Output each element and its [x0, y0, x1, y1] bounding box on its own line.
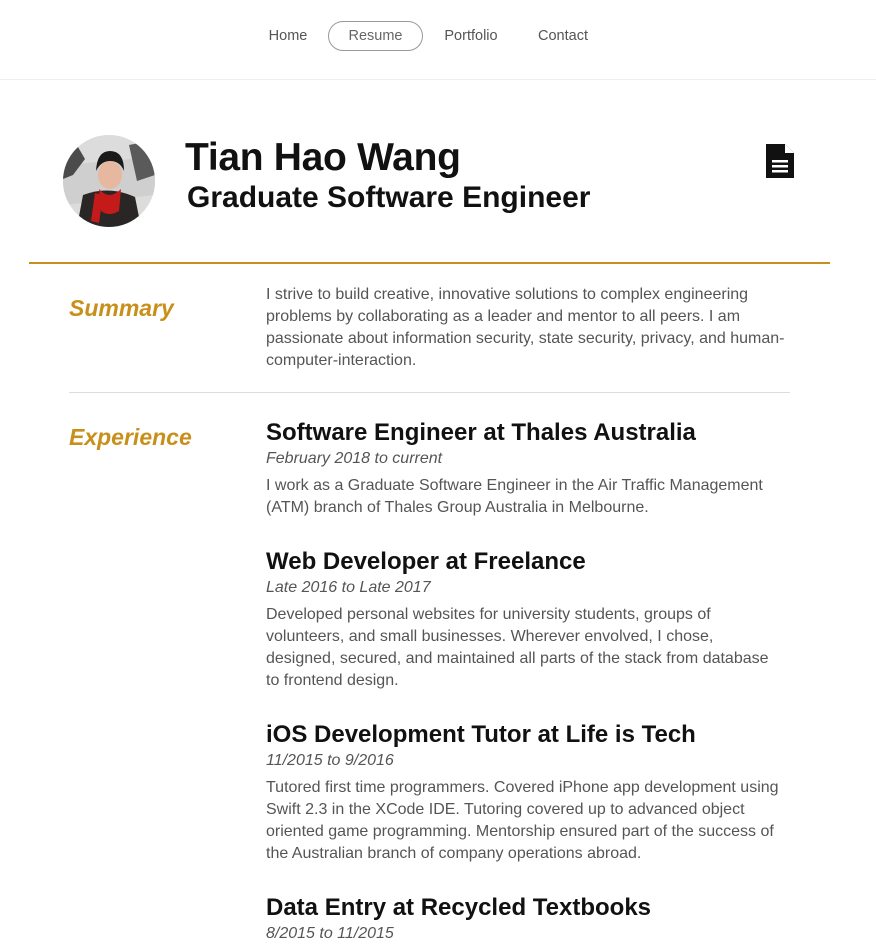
experience-item: Data Entry at Recycled Textbooks 8/2015 … [266, 893, 786, 945]
job-date: 8/2015 to 11/2015 [266, 925, 394, 942]
job-description: Developed personal websites for universi… [266, 606, 769, 689]
top-navigation: Home Resume Portfolio Contact [0, 0, 876, 80]
experience-item: iOS Development Tutor at Life is Tech 11… [266, 720, 786, 865]
experience-heading: Experience [69, 424, 192, 450]
nav-resume-link[interactable]: Resume [328, 21, 423, 51]
job-title: Software Engineer at Thales Australia [266, 419, 696, 446]
section-divider [69, 392, 790, 393]
job-description: Tutored first time programmers. Covered … [266, 779, 779, 862]
job-title: iOS Development Tutor at Life is Tech [266, 721, 696, 748]
job-description: I work as a Graduate Software Engineer i… [266, 477, 763, 516]
nav-contact-link[interactable]: Contact [528, 21, 598, 51]
summary-heading: Summary [69, 295, 174, 321]
job-date: 11/2015 to 9/2016 [266, 752, 394, 769]
profile-avatar [63, 135, 155, 227]
experience-item: Software Engineer at Thales Australia Fe… [266, 418, 786, 519]
document-icon[interactable] [765, 143, 795, 179]
job-date: Late 2016 to Late 2017 [266, 579, 431, 596]
header-divider [29, 262, 830, 264]
profile-role: Graduate Software Engineer [187, 181, 591, 214]
job-title: Web Developer at Freelance [266, 548, 586, 575]
experience-item: Web Developer at Freelance Late 2016 to … [266, 547, 786, 692]
nav-portfolio-link[interactable]: Portfolio [436, 21, 506, 51]
job-date: February 2018 to current [266, 450, 443, 467]
profile-photo [63, 135, 155, 227]
nav-home-link[interactable]: Home [258, 21, 318, 51]
summary-text: I strive to build creative, innovative s… [266, 286, 785, 369]
profile-name: Tian Hao Wang [185, 136, 461, 179]
job-title: Data Entry at Recycled Textbooks [266, 894, 652, 921]
